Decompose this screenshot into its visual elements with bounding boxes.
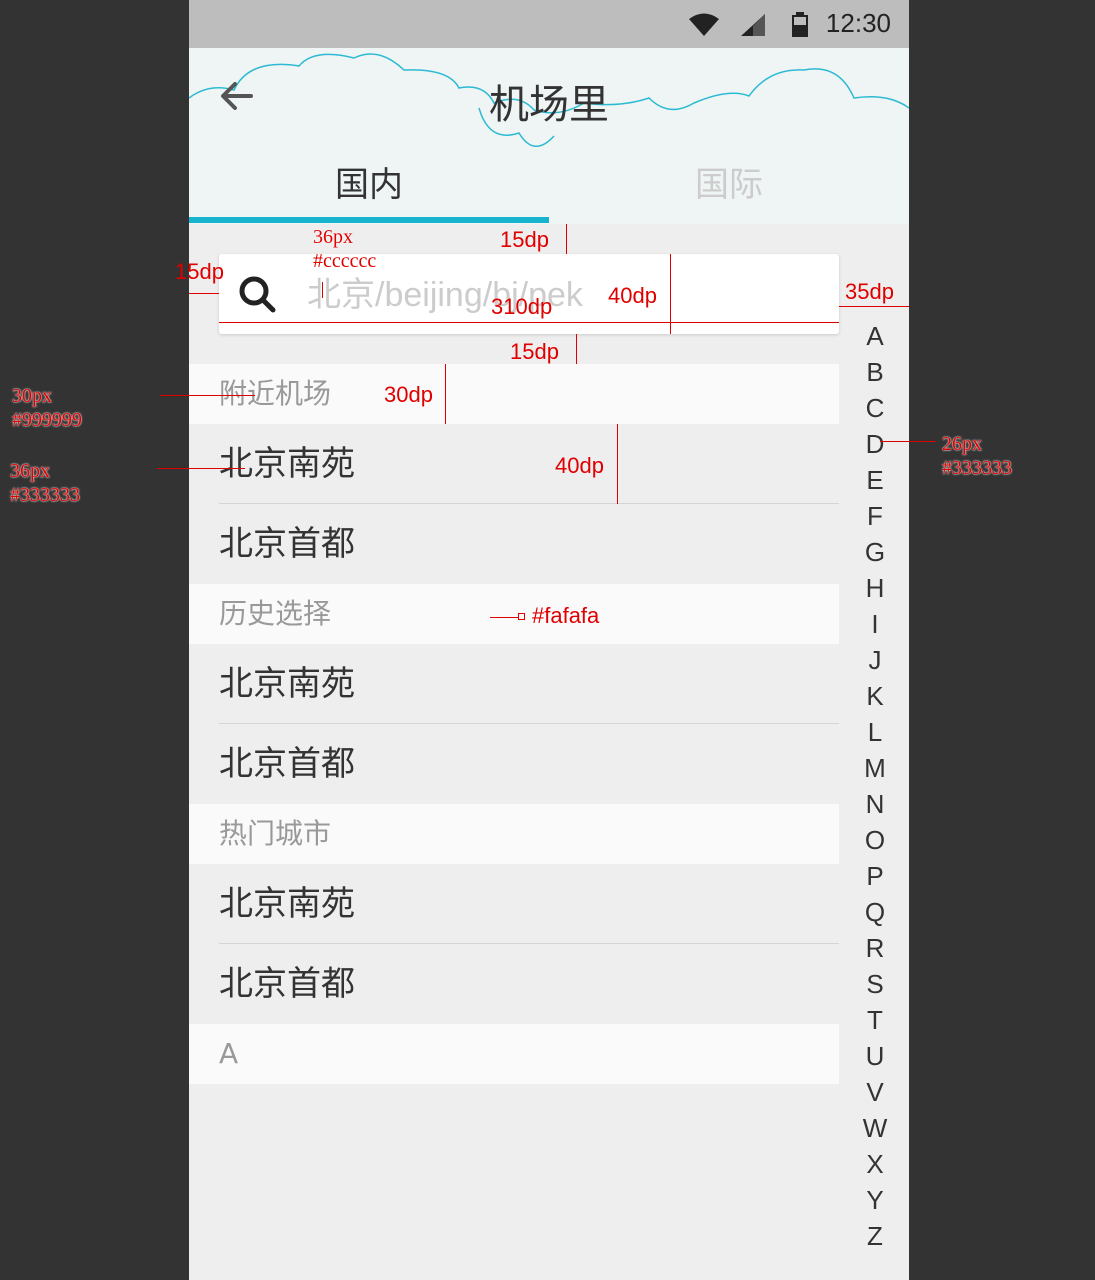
annotation-line — [160, 395, 255, 396]
list-item[interactable]: 北京南苑 — [189, 424, 839, 504]
annotation-marker — [518, 613, 525, 620]
annotation-item-color: #333333 — [10, 484, 80, 506]
section-header-history: 历史选择 — [189, 584, 839, 644]
annotation-line — [157, 468, 245, 469]
search-icon — [239, 276, 276, 313]
index-letter-n[interactable]: N — [851, 786, 899, 822]
index-letter-h[interactable]: H — [851, 570, 899, 606]
index-letter-w[interactable]: W — [851, 1110, 899, 1146]
index-letter-y[interactable]: Y — [851, 1182, 899, 1218]
index-letter-o[interactable]: O — [851, 822, 899, 858]
annotation-line — [189, 293, 219, 294]
section-header-a: A — [189, 1024, 839, 1084]
annotation-line — [445, 364, 446, 424]
list-item[interactable]: 北京首都 — [189, 504, 839, 584]
annotation-bottom-gap: 15dp — [510, 339, 559, 364]
index-letter-q[interactable]: Q — [851, 894, 899, 930]
annotation-line — [617, 424, 618, 504]
annotation-top-gap: 15dp — [500, 227, 549, 252]
status-bar: 12:30 — [189, 0, 909, 48]
index-letter-b[interactable]: B — [851, 354, 899, 390]
index-letter-c[interactable]: C — [851, 390, 899, 426]
annotation-section-bg: #fafafa — [532, 603, 600, 628]
index-letter-m[interactable]: M — [851, 750, 899, 786]
annotation-line — [322, 282, 323, 298]
index-letter-d[interactable]: D — [851, 426, 899, 462]
index-letter-k[interactable]: K — [851, 678, 899, 714]
index-letter-x[interactable]: X — [851, 1146, 899, 1182]
index-letter-l[interactable]: L — [851, 714, 899, 750]
annotation-search-width: 310dp — [491, 294, 553, 319]
annotation-line — [490, 617, 518, 618]
index-letter-f[interactable]: F — [851, 498, 899, 534]
annotation-search-height: 40dp — [608, 283, 657, 308]
annotation-line — [576, 334, 577, 364]
tab-domestic[interactable]: 国内 — [189, 160, 549, 224]
annotation-index-width: 35dp — [845, 279, 894, 304]
annotation-section-height: 30dp — [384, 382, 433, 407]
airport-list: 附近机场 北京南苑 北京首都 历史选择 北京南苑 北京首都 热门城市 北京南苑 … — [189, 364, 839, 1084]
index-letter-t[interactable]: T — [851, 1002, 899, 1038]
annotation-left-gap: 15dp — [175, 259, 224, 284]
wifi-icon — [689, 13, 719, 36]
list-item[interactable]: 北京南苑 — [189, 864, 839, 944]
page-title: 机场里 — [489, 82, 609, 128]
tab-international[interactable]: 国际 — [549, 160, 909, 224]
index-letter-e[interactable]: E — [851, 462, 899, 498]
search-input[interactable] — [305, 268, 829, 322]
section-header-nearby: 附近机场 — [189, 364, 839, 424]
index-letter-j[interactable]: J — [851, 642, 899, 678]
annotation-line — [880, 441, 936, 442]
tab-indicator — [189, 217, 549, 223]
annotation-line — [219, 322, 839, 323]
annotation-item-height: 40dp — [555, 453, 604, 478]
index-letter-z[interactable]: Z — [851, 1218, 899, 1254]
annotation-section-font: 30px — [12, 385, 52, 407]
index-letter-v[interactable]: V — [851, 1074, 899, 1110]
annotation-section-color: #999999 — [12, 409, 82, 431]
list-item[interactable]: 北京首都 — [189, 724, 839, 804]
annotation-index-color: #333333 — [942, 457, 1012, 479]
index-letter-a[interactable]: A — [851, 318, 899, 354]
annotation-line — [566, 224, 567, 254]
annotation-line — [839, 306, 909, 307]
battery-icon — [792, 12, 808, 37]
annotation-search-color: #cccccc — [313, 250, 377, 272]
annotation-index-font: 26px — [942, 433, 982, 455]
index-letter-r[interactable]: R — [851, 930, 899, 966]
signal-icon — [741, 14, 765, 36]
annotation-search-font: 36px — [313, 226, 353, 248]
index-letter-p[interactable]: P — [851, 858, 899, 894]
index-letter-g[interactable]: G — [851, 534, 899, 570]
phone-screen: 12:30 机场里 国内 国际 附近机场 北京南苑 北京首都 历史选择 北京南苑… — [189, 0, 909, 1280]
index-letter-i[interactable]: I — [851, 606, 899, 642]
list-item[interactable]: 北京首都 — [189, 944, 839, 1024]
app-header: 机场里 国内 国际 — [189, 48, 909, 224]
status-time: 12:30 — [825, 8, 891, 38]
list-item[interactable]: 北京南苑 — [189, 644, 839, 724]
index-letter-u[interactable]: U — [851, 1038, 899, 1074]
alphabet-index[interactable]: ABCDEFGHIJKLMNOPQRSTUVWXYZ — [851, 318, 899, 1254]
annotation-item-font: 36px — [10, 460, 50, 482]
section-header-hot-cities: 热门城市 — [189, 804, 839, 864]
index-letter-s[interactable]: S — [851, 966, 899, 1002]
